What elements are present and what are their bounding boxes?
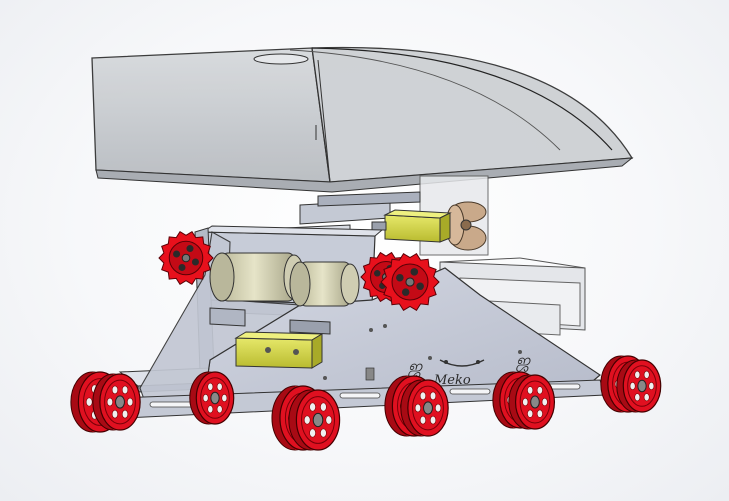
- wheel-middle-front[interactable]: [400, 379, 449, 437]
- plate-mark-left: ஜ: [407, 357, 423, 378]
- wheel-middle-left-front[interactable]: [288, 389, 341, 451]
- wheel-rear-inner[interactable]: [189, 371, 235, 425]
- plate-mark-right: ஜ: [515, 351, 531, 372]
- robot-model[interactable]: ஜ ஜ Meko: [0, 0, 729, 501]
- lower-motor[interactable]: [234, 331, 324, 369]
- wheel-right-rear-front[interactable]: [616, 359, 662, 413]
- cad-viewport[interactable]: ஜ ஜ Meko: [0, 0, 729, 501]
- clear-canopy[interactable]: [91, 46, 634, 256]
- wheel-rear-left-front[interactable]: [92, 373, 141, 431]
- wheel-right-middle-front[interactable]: [508, 374, 556, 430]
